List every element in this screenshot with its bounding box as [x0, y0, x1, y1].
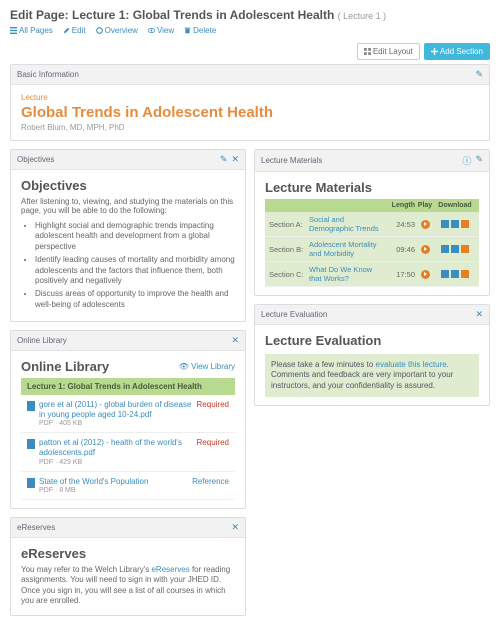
- add-section-button[interactable]: Add Section: [424, 43, 490, 60]
- lecture-evaluation-panel: Lecture Evaluation ✕ Lecture Evaluation …: [254, 304, 490, 406]
- trash-icon: [184, 27, 191, 34]
- file-icon: [27, 478, 35, 488]
- file-icon: [27, 401, 35, 411]
- materials-title: Lecture Materials: [265, 180, 479, 195]
- view-link[interactable]: View: [148, 26, 174, 35]
- page-title-text: Edit Page: Lecture 1: Global Trends in A…: [10, 8, 334, 22]
- objective-item: Identify leading causes of mortality and…: [35, 255, 235, 286]
- eye-icon: [148, 27, 155, 34]
- all-pages-link[interactable]: All Pages: [10, 26, 53, 35]
- library-item: gore et al (2011) - global burden of dis…: [21, 395, 235, 433]
- section-label: Section B:: [269, 245, 309, 254]
- library-tag: Required: [197, 438, 229, 465]
- download-audio-icon[interactable]: [461, 245, 469, 253]
- content-author: Robert Blum, MD, MPH, PhD: [21, 123, 479, 132]
- close-icon[interactable]: ✕: [231, 335, 239, 346]
- library-file-link[interactable]: gore et al (2011) - global burden of dis…: [39, 400, 197, 419]
- info-icon: [96, 27, 103, 34]
- download-video-icon[interactable]: [441, 220, 449, 228]
- objectives-title: Objectives: [21, 178, 235, 193]
- evaluation-title: Lecture Evaluation: [265, 333, 479, 348]
- library-file-meta: PDF · 429 KB: [39, 459, 197, 466]
- download-video-icon[interactable]: [441, 270, 449, 278]
- download-slides-icon[interactable]: [451, 245, 459, 253]
- library-item: State of the World's Population PDF · 8 …: [21, 472, 235, 501]
- grid-icon: [364, 48, 371, 55]
- library-tag: Reference: [192, 477, 229, 495]
- evaluation-header: Lecture Evaluation: [261, 310, 327, 319]
- library-title: Online Library: [21, 359, 109, 374]
- materials-row: Section A: Social and Demographic Trends…: [265, 212, 479, 237]
- library-group-header: Lecture 1: Global Trends in Adolescent H…: [21, 378, 235, 395]
- objectives-intro: After listening to, viewing, and studyin…: [21, 197, 235, 215]
- library-file-link[interactable]: State of the World's Population: [39, 477, 148, 487]
- online-library-panel: Online Library ✕ Online Library 👁 View L…: [10, 330, 246, 509]
- basic-info-panel: Basic Information ✎ Lecture Global Trend…: [10, 64, 490, 141]
- materials-row: Section B: Adolescent Mortality and Morb…: [265, 237, 479, 262]
- edit-icon[interactable]: ✎: [475, 69, 483, 80]
- page-title: Edit Page: Lecture 1: Global Trends in A…: [10, 8, 490, 22]
- objectives-panel: Objectives ✎✕ Objectives After listening…: [10, 149, 246, 322]
- ereserves-header: eReserves: [17, 523, 55, 532]
- play-button[interactable]: [421, 220, 430, 229]
- section-title[interactable]: Social and Demographic Trends: [309, 215, 385, 233]
- library-file-meta: PDF · 8 MB: [39, 487, 148, 494]
- ereserves-text: You may refer to the Welch Library's eRe…: [21, 565, 235, 607]
- section-length: 17:50: [385, 270, 415, 279]
- section-length: 09:46: [385, 245, 415, 254]
- download-audio-icon[interactable]: [461, 220, 469, 228]
- library-item: patton et al (2012) - health of the worl…: [21, 433, 235, 471]
- pencil-icon: [63, 27, 70, 34]
- section-label: Section A:: [269, 220, 309, 229]
- content-type: Lecture: [21, 93, 479, 102]
- edit-layout-button[interactable]: Edit Layout: [357, 43, 420, 60]
- list-icon: [10, 27, 17, 34]
- materials-header: Lecture Materials: [261, 156, 322, 165]
- close-icon[interactable]: ✕: [231, 154, 239, 165]
- library-file-meta: PDF · 405 KB: [39, 420, 197, 427]
- section-title[interactable]: What Do We Know that Works?: [309, 265, 385, 283]
- delete-link[interactable]: Delete: [184, 26, 216, 35]
- evaluation-box: Please take a few minutes to evaluate th…: [265, 354, 479, 397]
- view-library-link[interactable]: 👁 View Library: [179, 362, 235, 371]
- objective-item: Highlight social and demographic trends …: [35, 221, 235, 252]
- file-icon: [27, 439, 35, 449]
- ereserves-title: eReserves: [21, 546, 235, 561]
- ereserves-panel: eReserves ✕ eReserves You may refer to t…: [10, 517, 246, 616]
- objectives-header: Objectives: [17, 155, 54, 164]
- page-actions: All Pages Edit Overview View Delete: [10, 26, 490, 35]
- evaluate-lecture-link[interactable]: evaluate this lecture: [376, 360, 447, 369]
- info-icon[interactable]: ⓘ: [462, 154, 471, 167]
- materials-table-header: Length Play Download: [265, 199, 479, 212]
- ereserves-link[interactable]: eReserves: [151, 565, 189, 574]
- edit-icon[interactable]: ✎: [475, 154, 483, 167]
- library-tag: Required: [197, 400, 229, 427]
- plus-icon: [431, 48, 438, 55]
- lecture-materials-panel: Lecture Materials ⓘ ✎ Lecture Materials L…: [254, 149, 490, 296]
- page-subtitle: ( Lecture 1 ): [338, 11, 387, 21]
- section-title[interactable]: Adolescent Mortality and Morbidity: [309, 240, 385, 258]
- eye-icon: 👁: [179, 362, 189, 371]
- materials-row: Section C: What Do We Know that Works? 1…: [265, 262, 479, 287]
- download-slides-icon[interactable]: [451, 270, 459, 278]
- edit-link[interactable]: Edit: [63, 26, 86, 35]
- content-title: Global Trends in Adolescent Health: [21, 104, 479, 121]
- play-button[interactable]: [421, 245, 430, 254]
- download-slides-icon[interactable]: [451, 220, 459, 228]
- close-icon[interactable]: ✕: [475, 309, 483, 320]
- library-file-link[interactable]: patton et al (2012) - health of the worl…: [39, 438, 197, 457]
- download-video-icon[interactable]: [441, 245, 449, 253]
- close-icon[interactable]: ✕: [231, 522, 239, 533]
- edit-icon[interactable]: ✎: [220, 154, 228, 165]
- download-audio-icon[interactable]: [461, 270, 469, 278]
- objective-item: Discuss areas of opportunity to improve …: [35, 289, 235, 310]
- section-label: Section C:: [269, 270, 309, 279]
- overview-link[interactable]: Overview: [96, 26, 138, 35]
- library-header: Online Library: [17, 336, 67, 345]
- section-length: 24:53: [385, 220, 415, 229]
- play-button[interactable]: [421, 270, 430, 279]
- basic-info-header: Basic Information: [17, 70, 79, 79]
